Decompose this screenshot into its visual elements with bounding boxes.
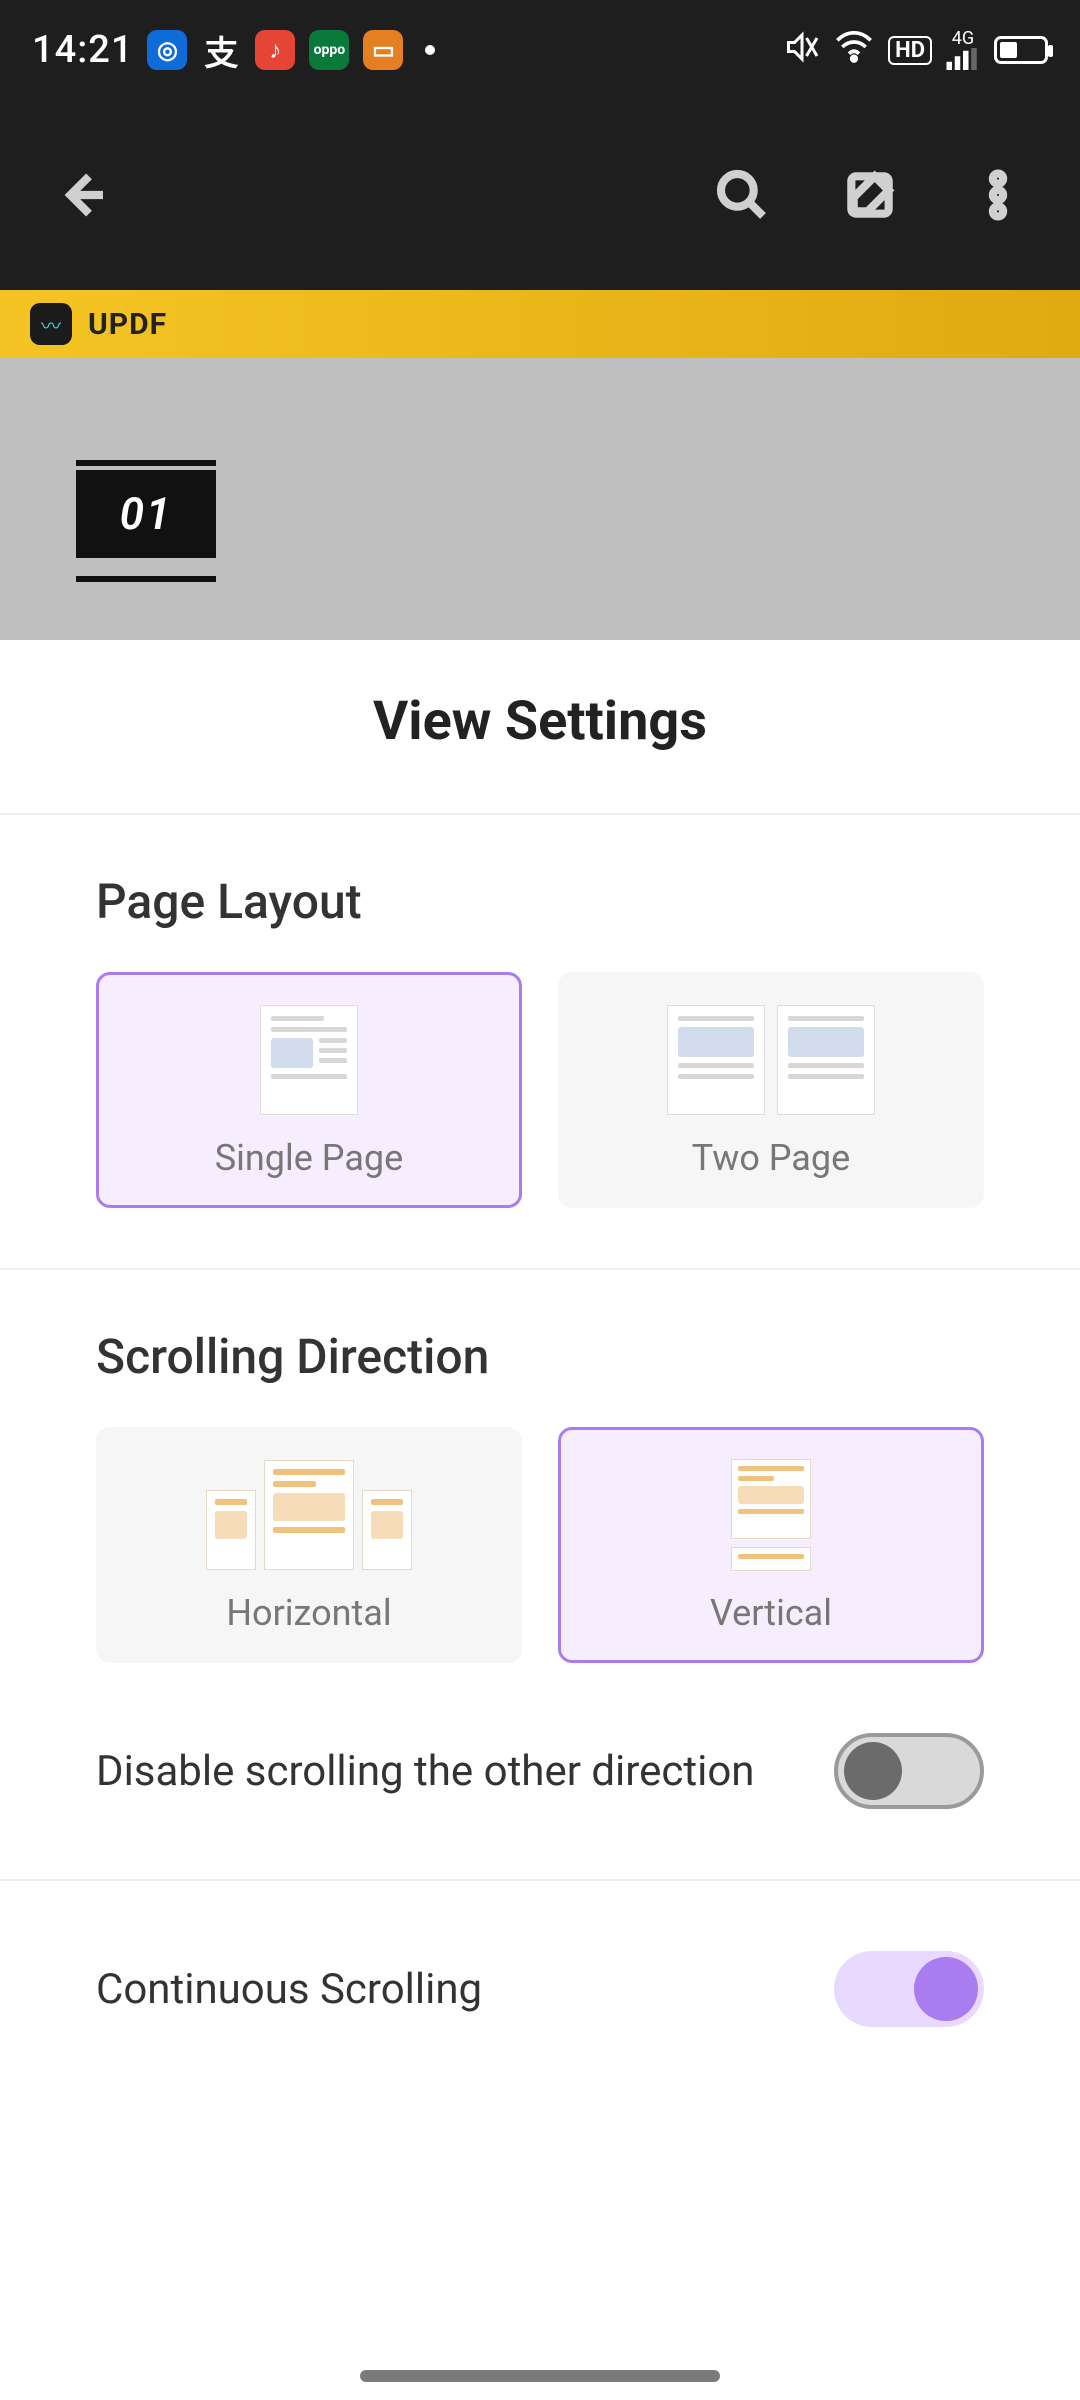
cell-signal-icon: 4G: [946, 30, 980, 70]
two-page-option[interactable]: Two Page: [558, 972, 984, 1208]
scrolling-direction-section: Scrolling Direction Horizontal: [0, 1270, 1080, 1663]
scrolling-direction-heading: Scrolling Direction: [96, 1328, 984, 1385]
status-more-dot: [425, 45, 435, 55]
app-notif-icon-4: oppo: [309, 30, 349, 70]
edit-button[interactable]: [834, 159, 906, 231]
page-thumbnail[interactable]: 01: [76, 470, 216, 574]
status-left: 14:21 ◎ 支 ♪ oppo ▭: [32, 28, 435, 72]
vertical-option[interactable]: Vertical: [558, 1427, 984, 1663]
disable-other-label: Disable scrolling the other direction: [96, 1747, 754, 1796]
battery-icon: [994, 36, 1048, 64]
two-page-icon: [667, 1001, 875, 1119]
wifi-icon: [834, 27, 874, 74]
search-button[interactable]: [706, 159, 778, 231]
brand-bar: 〰 UPDF: [0, 290, 1080, 358]
horizontal-label: Horizontal: [226, 1592, 391, 1634]
vertical-label: Vertical: [710, 1592, 832, 1634]
brand-logo-icon: 〰: [30, 303, 72, 345]
app-notif-icon-2: 支: [201, 30, 241, 70]
back-button[interactable]: [46, 159, 118, 231]
view-settings-sheet: View Settings Page Layout: [0, 640, 1080, 2400]
continuous-scrolling-row: Continuous Scrolling: [0, 1881, 1080, 2097]
document-background: 〰 UPDF 01: [0, 290, 1080, 640]
sheet-title: View Settings: [0, 690, 1080, 815]
page-thumbnail-number: 01: [76, 470, 216, 558]
mute-icon: [784, 29, 820, 72]
page-layout-section: Page Layout: [0, 815, 1080, 1208]
continuous-scrolling-label: Continuous Scrolling: [96, 1965, 482, 2014]
single-page-icon: [260, 1001, 358, 1119]
brand-name: UPDF: [88, 307, 167, 342]
status-right: HD 4G: [784, 27, 1048, 74]
single-page-label: Single Page: [215, 1137, 403, 1179]
hd-badge: HD: [888, 36, 932, 65]
app-bar: [0, 100, 1080, 290]
continuous-scrolling-toggle[interactable]: [834, 1951, 984, 2027]
disable-other-row: Disable scrolling the other direction: [0, 1663, 1080, 1879]
status-bar: 14:21 ◎ 支 ♪ oppo ▭ HD 4G: [0, 0, 1080, 100]
status-time: 14:21: [32, 28, 133, 72]
page-layout-heading: Page Layout: [96, 873, 984, 930]
single-page-option[interactable]: Single Page: [96, 972, 522, 1208]
horizontal-option[interactable]: Horizontal: [96, 1427, 522, 1663]
two-page-label: Two Page: [692, 1137, 850, 1179]
app-notif-icon-5: ▭: [363, 30, 403, 70]
app-notif-icon-3: ♪: [255, 30, 295, 70]
more-menu-button[interactable]: [962, 159, 1034, 231]
horizontal-icon: [206, 1456, 412, 1574]
home-indicator[interactable]: [360, 2370, 720, 2382]
disable-other-toggle[interactable]: [834, 1733, 984, 1809]
vertical-icon: [731, 1456, 811, 1574]
app-notif-icon-1: ◎: [147, 30, 187, 70]
